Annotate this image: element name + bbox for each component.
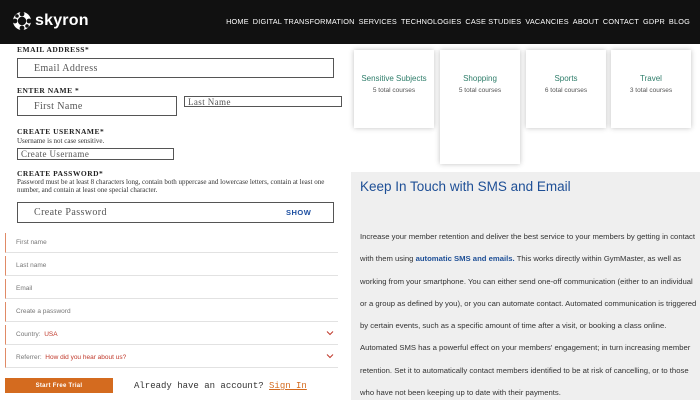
username-field[interactable]: Create Username [17, 148, 174, 160]
first-name-input[interactable]: First name [5, 233, 338, 253]
password-input[interactable]: Create a password [5, 302, 338, 322]
course-count: 6 total courses [544, 87, 588, 94]
referrer-select[interactable]: Referrer: How did you hear about us? [5, 348, 338, 368]
email-label: EMAIL ADDRESS* [17, 45, 90, 54]
nav-services[interactable]: SERVICES [359, 17, 397, 26]
already-account-text: Already have an account? [134, 381, 264, 391]
chevron-down-icon [326, 354, 334, 359]
panel-body: Increase your member retention and deliv… [360, 226, 697, 400]
nav-home[interactable]: HOME [226, 17, 249, 26]
panel-title: Keep In Touch with SMS and Email [360, 179, 571, 194]
course-count: 5 total courses [372, 87, 416, 94]
nav-technologies[interactable]: TECHNOLOGIES [401, 17, 461, 26]
sms-email-panel: Keep In Touch with SMS and Email Increas… [351, 172, 700, 400]
nav-contact[interactable]: CONTACT [603, 17, 639, 26]
last-name-field[interactable]: Last Name [184, 96, 342, 107]
course-title: Sensitive Subjects [361, 74, 427, 83]
signin-prompt: Already have an account? Sign In [134, 381, 307, 391]
country-select[interactable]: Country: USA [5, 325, 338, 345]
course-card-travel[interactable]: Travel 3 total courses [611, 50, 691, 128]
sign-in-link[interactable]: Sign In [269, 381, 307, 391]
referrer-label: Referrer: [16, 354, 42, 361]
name-label: ENTER NAME * [17, 86, 80, 95]
panel-body-rest: This works directly within GymMaster, as… [360, 254, 697, 398]
nav-vacancies[interactable]: VACANCIES [525, 17, 568, 26]
last-name-placeholder: Last name [16, 262, 47, 269]
brand-name: skyron [35, 12, 89, 29]
first-name-field[interactable]: First Name [17, 96, 177, 116]
referrer-value: How did you hear about us? [45, 354, 127, 361]
country-label: Country: [16, 331, 41, 338]
email-field[interactable]: Email Address [17, 58, 334, 78]
course-title: Sports [554, 74, 578, 83]
password-help: Password must be at least 8 characters l… [17, 178, 325, 194]
start-free-trial-button[interactable]: Start Free Trial [5, 378, 113, 393]
nav-about[interactable]: ABOUT [573, 17, 599, 26]
top-navigation-bar: skyron HOME DIGITAL TRANSFORMATION SERVI… [0, 0, 700, 44]
password-placeholder: Create a password [16, 308, 71, 315]
referrer-select-text: Referrer: How did you hear about us? [16, 354, 126, 361]
skyron-logo-icon [12, 11, 32, 31]
country-value: USA [44, 331, 58, 338]
nav-case-studies[interactable]: CASE STUDIES [465, 17, 521, 26]
automatic-sms-link[interactable]: automatic SMS and emails. [416, 254, 515, 263]
nav-digital-transformation[interactable]: DIGITAL TRANSFORMATION [253, 17, 355, 26]
first-name-placeholder: First name [16, 239, 47, 246]
chevron-down-icon [326, 331, 334, 336]
course-count: 3 total courses [629, 87, 673, 94]
nav-gdpr[interactable]: GDPR [643, 17, 665, 26]
nav-blog[interactable]: BLOG [669, 17, 690, 26]
course-card-sports[interactable]: Sports 6 total courses [526, 50, 606, 128]
course-card-shopping[interactable]: Shopping 5 total courses [440, 50, 520, 164]
main-nav: HOME DIGITAL TRANSFORMATION SERVICES TEC… [222, 17, 690, 26]
username-help: Username is not case sensitive. [17, 137, 105, 145]
email-placeholder: Email [16, 285, 33, 292]
course-title: Travel [640, 74, 662, 83]
email-input[interactable]: Email [5, 279, 338, 299]
last-name-input[interactable]: Last name [5, 256, 338, 276]
username-label: CREATE USERNAME* [17, 127, 105, 136]
course-count: 5 total courses [458, 87, 502, 94]
brand-logo[interactable]: skyron [12, 11, 89, 31]
country-select-text: Country: USA [16, 331, 58, 338]
show-password-button[interactable]: SHOW [286, 208, 311, 217]
course-title: Shopping [463, 74, 497, 83]
password-label: CREATE PASSWORD* [17, 169, 104, 178]
course-card-sensitive-subjects[interactable]: Sensitive Subjects 5 total courses [354, 50, 434, 128]
